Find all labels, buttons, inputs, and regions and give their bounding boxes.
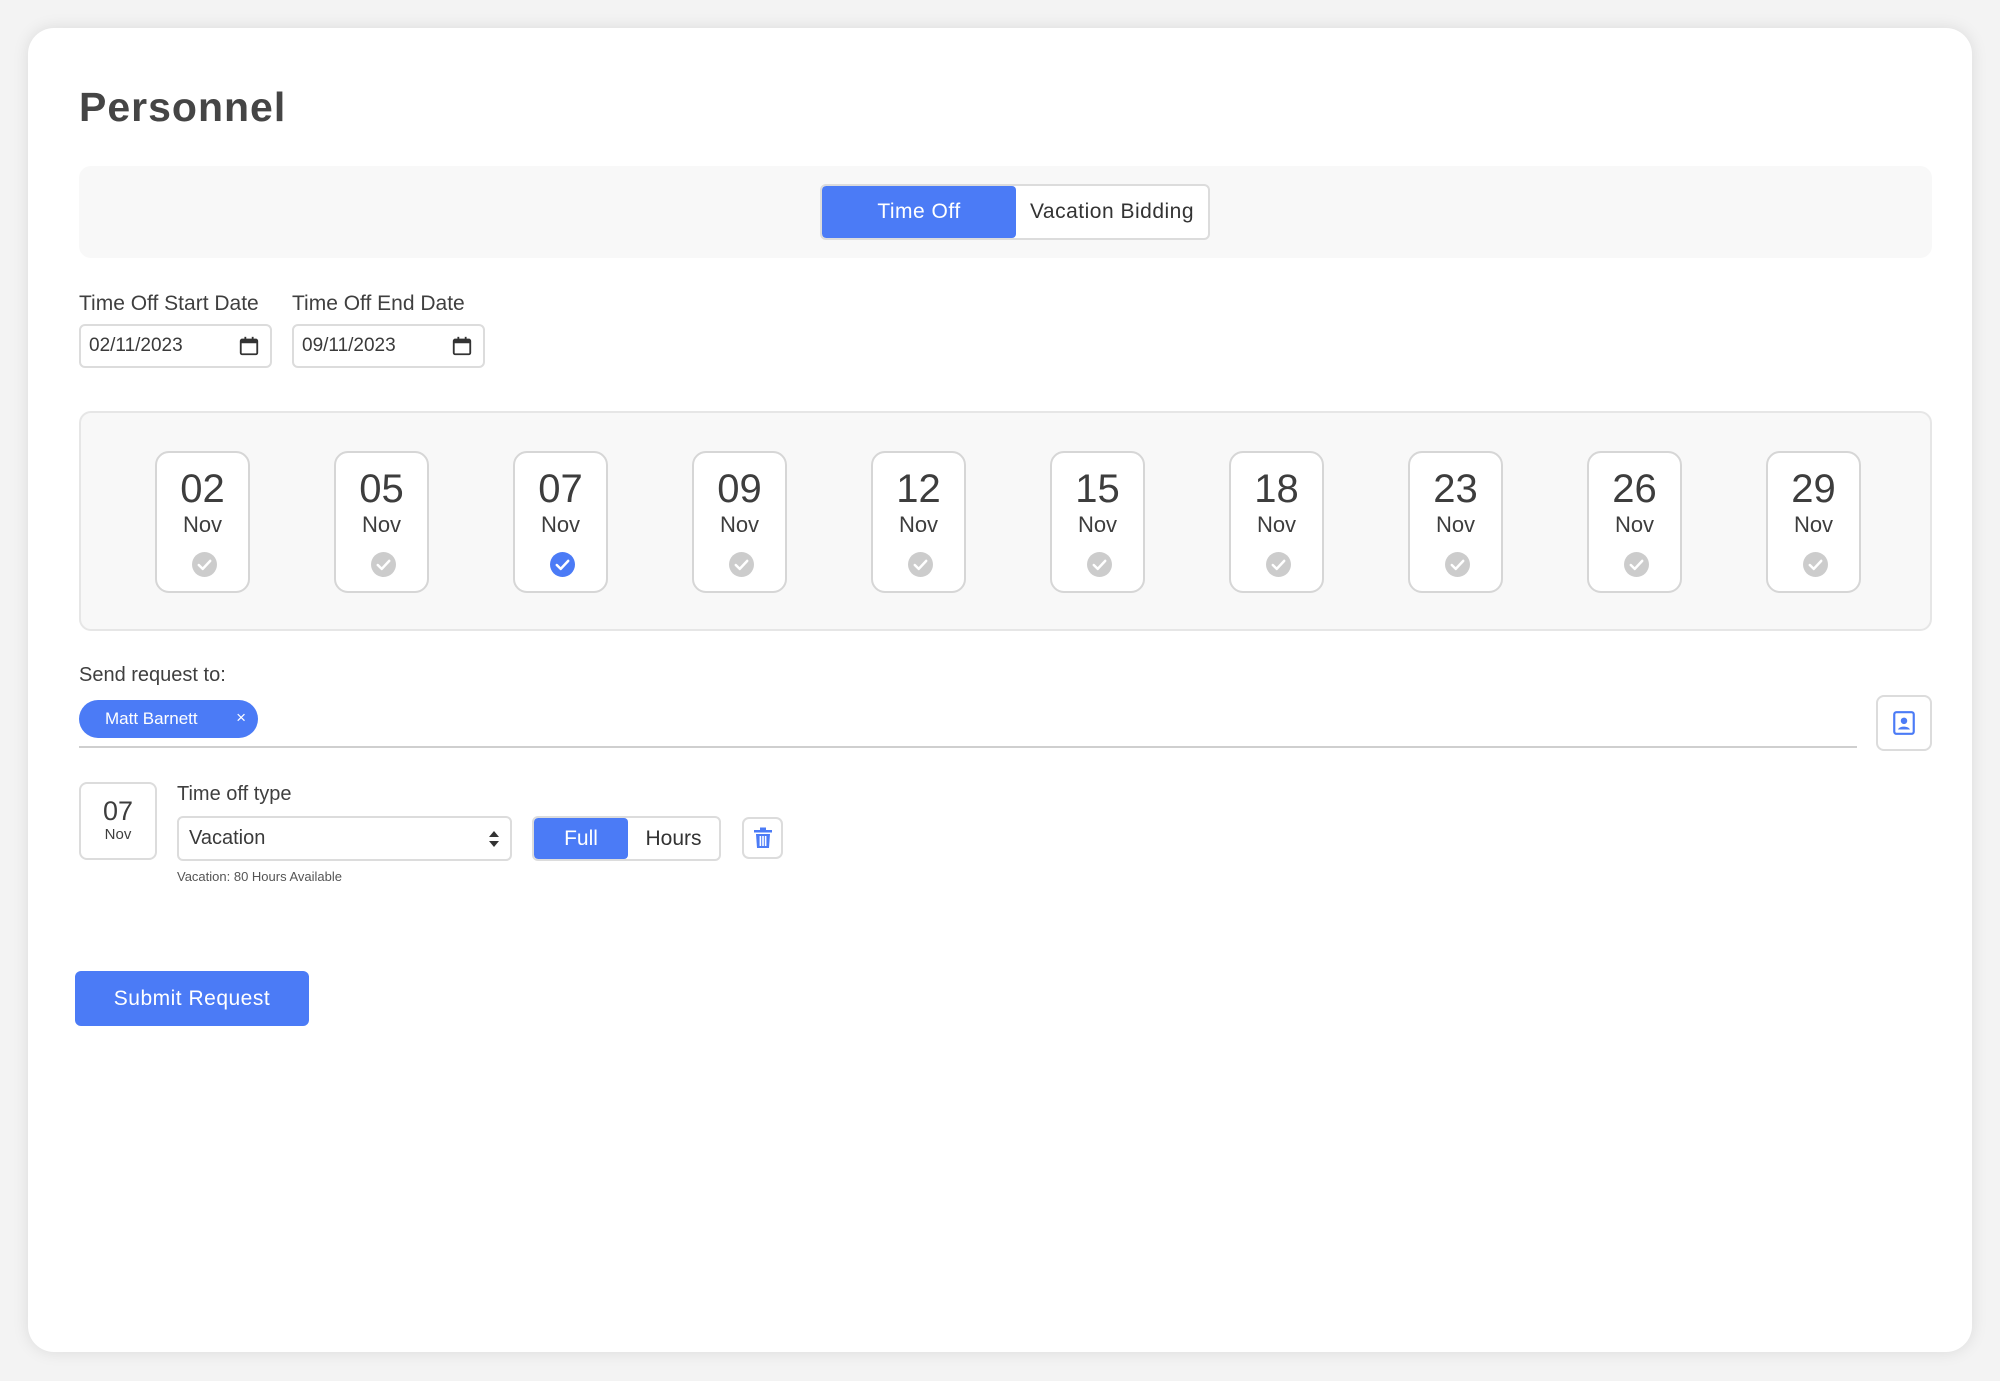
- submit-request-button[interactable]: Submit Request: [75, 971, 309, 1026]
- check-circle-icon: [908, 552, 933, 577]
- delete-entry-button[interactable]: [742, 817, 783, 859]
- day-card[interactable]: 07 Nov: [513, 451, 608, 593]
- day-number: 09: [717, 467, 762, 511]
- day-card[interactable]: 15 Nov: [1050, 451, 1145, 593]
- day-card[interactable]: 02 Nov: [155, 451, 250, 593]
- day-card[interactable]: 26 Nov: [1587, 451, 1682, 593]
- end-date-input[interactable]: 09/11/2023: [292, 324, 485, 368]
- day-month: Nov: [1614, 512, 1655, 537]
- send-request-label: Send request to:: [79, 664, 226, 686]
- day-month: Nov: [898, 512, 939, 537]
- check-circle-icon: [1803, 552, 1828, 577]
- end-date-value: 09/11/2023: [302, 335, 396, 356]
- check-circle-icon: [1445, 552, 1470, 577]
- entry-month: Nov: [104, 826, 132, 843]
- calendar-icon[interactable]: [238, 335, 260, 357]
- entry-day: 07: [102, 796, 134, 826]
- day-month: Nov: [719, 512, 760, 537]
- recipient-input-underline[interactable]: [79, 746, 1857, 748]
- contact-book-icon: [1893, 711, 1915, 735]
- time-off-type-select[interactable]: Vacation: [177, 816, 512, 861]
- check-circle-icon: [371, 552, 396, 577]
- duration-toggle: Full Hours: [532, 816, 721, 861]
- entry-date-badge: 07 Nov: [79, 782, 157, 860]
- calendar-icon[interactable]: [451, 335, 473, 357]
- day-month: Nov: [1435, 512, 1476, 537]
- start-date-label: Time Off Start Date: [79, 292, 259, 315]
- day-month: Nov: [182, 512, 223, 537]
- day-number: 26: [1612, 467, 1657, 511]
- end-date-label: Time Off End Date: [292, 292, 465, 315]
- day-card[interactable]: 05 Nov: [334, 451, 429, 593]
- tab-vacation-bidding[interactable]: Vacation Bidding: [1016, 186, 1208, 238]
- check-circle-icon: [729, 552, 754, 577]
- tab-group: Time Off Vacation Bidding: [820, 184, 1210, 240]
- duration-full-button[interactable]: Full: [534, 818, 628, 859]
- trash-icon: [753, 827, 772, 848]
- check-circle-icon: [550, 552, 575, 577]
- day-selector: 02 Nov 05 Nov 07 Nov 09 Nov 12 Nov 15 No…: [79, 411, 1932, 631]
- start-date-input[interactable]: 02/11/2023: [79, 324, 272, 368]
- day-number: 15: [1075, 467, 1120, 511]
- day-month: Nov: [1256, 512, 1297, 537]
- day-number: 02: [180, 467, 225, 511]
- check-circle-icon: [1624, 552, 1649, 577]
- duration-hours-button[interactable]: Hours: [628, 818, 719, 859]
- time-off-type-value: Vacation: [189, 827, 266, 849]
- day-number: 18: [1254, 467, 1299, 511]
- recipient-name: Matt Barnett: [105, 709, 198, 728]
- check-circle-icon: [1087, 552, 1112, 577]
- remove-recipient-icon[interactable]: ×: [236, 708, 246, 728]
- day-month: Nov: [361, 512, 402, 537]
- time-off-type-label: Time off type: [177, 783, 292, 805]
- day-card[interactable]: 23 Nov: [1408, 451, 1503, 593]
- select-arrows-icon: [489, 831, 499, 847]
- day-number: 12: [896, 467, 941, 511]
- day-number: 05: [359, 467, 404, 511]
- day-card[interactable]: 09 Nov: [692, 451, 787, 593]
- day-number: 23: [1433, 467, 1478, 511]
- day-card[interactable]: 18 Nov: [1229, 451, 1324, 593]
- recipient-chip[interactable]: Matt Barnett ×: [79, 700, 258, 738]
- page-title: Personnel: [79, 84, 287, 130]
- day-month: Nov: [540, 512, 581, 537]
- day-card[interactable]: 29 Nov: [1766, 451, 1861, 593]
- day-card[interactable]: 12 Nov: [871, 451, 966, 593]
- contact-picker-button[interactable]: [1876, 695, 1932, 751]
- day-number: 07: [538, 467, 583, 511]
- check-circle-icon: [1266, 552, 1291, 577]
- availability-hint: Vacation: 80 Hours Available: [177, 869, 343, 884]
- day-month: Nov: [1077, 512, 1118, 537]
- day-number: 29: [1791, 467, 1836, 511]
- tab-time-off[interactable]: Time Off: [822, 186, 1016, 238]
- check-circle-icon: [192, 552, 217, 577]
- start-date-value: 02/11/2023: [89, 335, 183, 356]
- day-month: Nov: [1793, 512, 1834, 537]
- tab-bar: Time Off Vacation Bidding: [79, 166, 1932, 258]
